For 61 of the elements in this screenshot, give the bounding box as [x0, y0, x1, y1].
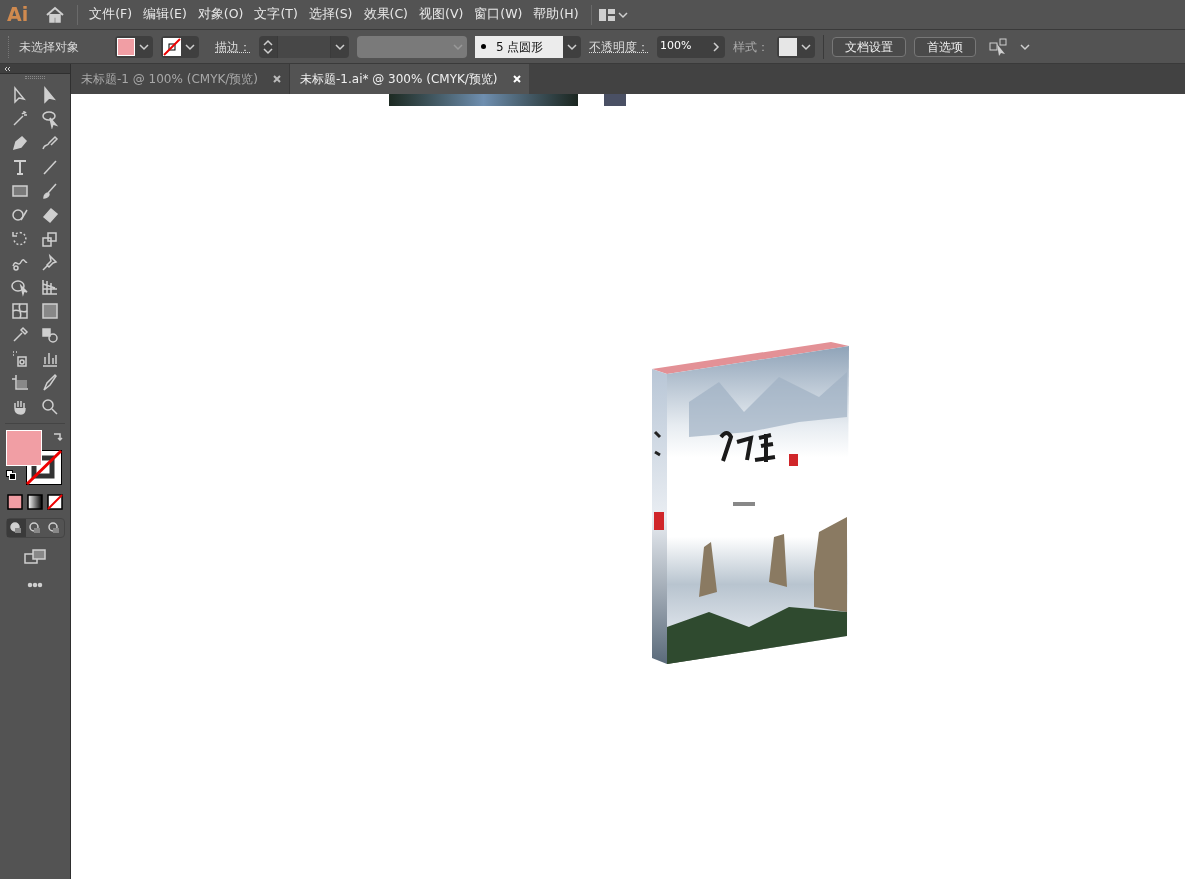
selection-status: 未选择对象 — [19, 38, 80, 56]
perspective-grid-icon[interactable] — [40, 277, 60, 297]
stroke-color-dropdown[interactable] — [161, 35, 199, 58]
fill-color-dropdown[interactable] — [115, 35, 153, 58]
style-swatch — [779, 37, 797, 56]
stroke-weight-field[interactable] — [259, 35, 349, 58]
no-stroke-swatch-icon — [163, 37, 181, 56]
document-tab[interactable]: 未标题-1.ai* @ 300% (CMYK/预览) — [290, 64, 529, 94]
artboard-icon[interactable] — [10, 373, 30, 393]
blend-icon[interactable] — [40, 325, 60, 345]
menu-item[interactable]: 选择(S) — [303, 5, 358, 24]
panel-grip-icon[interactable] — [25, 76, 45, 79]
document-tab[interactable]: 未标题-1 @ 100% (CMYK/预览) — [71, 64, 290, 94]
close-icon[interactable] — [272, 74, 283, 84]
menu-item[interactable]: 文件(F) — [84, 5, 138, 24]
stroke-label: 描边： — [215, 38, 251, 56]
default-colors-icon[interactable] — [6, 470, 16, 480]
toolbar-button[interactable]: 首选项 — [914, 36, 976, 57]
menu-item[interactable]: 窗口(W) — [469, 5, 528, 24]
symbol-sprayer-icon[interactable] — [10, 349, 30, 369]
toolbar-button[interactable]: 文档设置 — [832, 36, 906, 57]
photo-placeholder — [604, 94, 626, 106]
brush-dropdown[interactable]: 5 点圆形 — [475, 35, 581, 58]
paintbrush-icon[interactable] — [40, 181, 60, 201]
scale-icon[interactable] — [40, 229, 60, 249]
style-label: 样式： — [733, 38, 769, 56]
gradient-mode-icon[interactable] — [27, 494, 43, 510]
tab-title: 未标题-1 @ 100% (CMYK/预览) — [81, 71, 259, 88]
lasso-icon[interactable] — [40, 109, 60, 129]
eraser-icon[interactable] — [40, 205, 60, 225]
chevron-right-icon — [710, 39, 722, 54]
none-mode-icon[interactable] — [47, 494, 63, 510]
tab-title: 未标题-1.ai* @ 300% (CMYK/预览) — [300, 71, 498, 88]
draw-normal-icon[interactable] — [6, 519, 26, 537]
color-mode-icon[interactable] — [7, 494, 23, 510]
collapse-icon[interactable] — [3, 65, 11, 72]
fill-swatch — [117, 37, 135, 56]
home-icon[interactable] — [45, 5, 66, 24]
fill-stroke-swatches[interactable] — [6, 430, 62, 485]
zoom-magnifier-icon[interactable] — [40, 397, 60, 417]
menu-item[interactable]: 对象(O) — [192, 5, 249, 24]
stepper-icon — [261, 37, 275, 56]
screen-mode-icon[interactable] — [23, 548, 47, 566]
menu-item[interactable]: 视图(V) — [414, 5, 469, 24]
menu-item[interactable]: 文字(T) — [249, 5, 303, 24]
menu-item[interactable]: 编辑(E) — [138, 5, 192, 24]
menu-item[interactable]: 效果(C) — [358, 5, 413, 24]
swap-arrow-icon[interactable] — [52, 430, 64, 442]
arrange-icon[interactable] — [988, 37, 1010, 56]
menu-item[interactable]: 帮助(H) — [528, 5, 584, 24]
workspace-layout-icon[interactable] — [597, 7, 616, 22]
more-tools-icon[interactable] — [27, 582, 43, 588]
graphic-style-dropdown[interactable] — [777, 35, 815, 58]
pushpin-icon[interactable] — [40, 253, 60, 273]
mesh-icon[interactable] — [10, 301, 30, 321]
pen-nib-icon[interactable] — [10, 133, 30, 153]
brush-name: 5 点圆形 — [496, 38, 544, 56]
opacity-label: 不透明度： — [589, 38, 649, 56]
gradient-icon[interactable] — [40, 301, 60, 321]
opacity-field[interactable]: 100% — [657, 35, 725, 58]
app-logo: Ai — [6, 2, 30, 28]
